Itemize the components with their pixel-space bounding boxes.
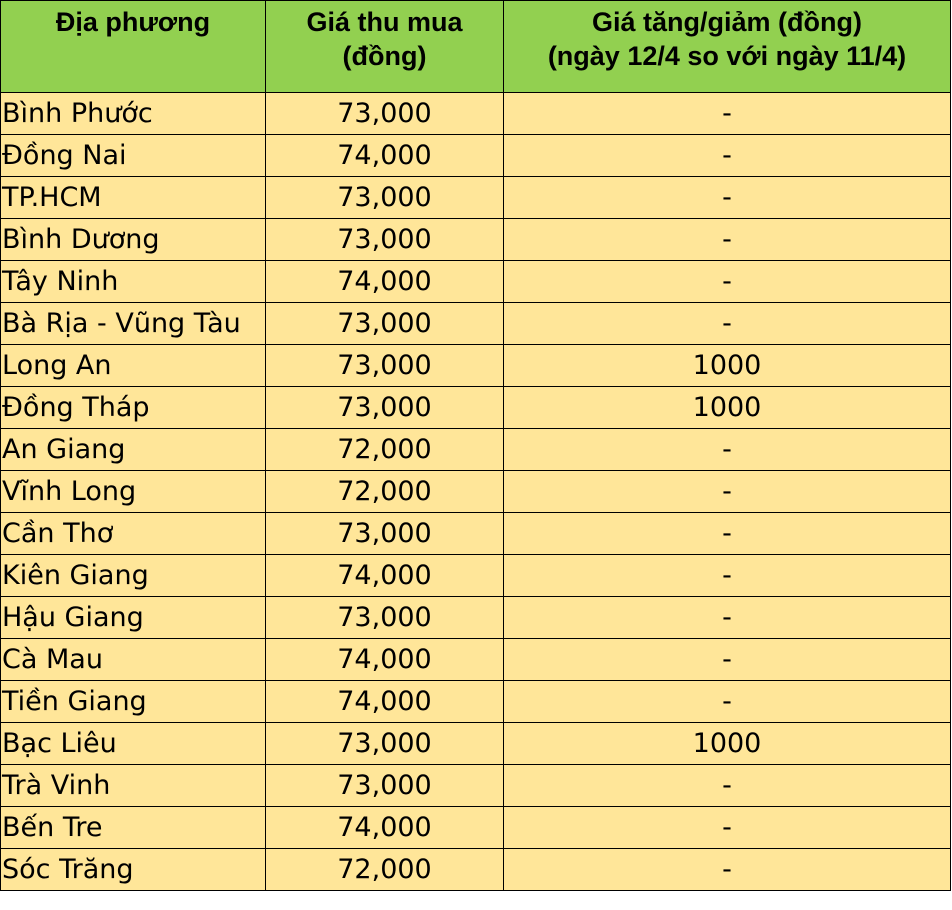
- price-cell: 73,000: [265, 218, 504, 261]
- price-cell: 74,000: [265, 554, 504, 597]
- change-cell: -: [503, 260, 951, 303]
- table-row: Cà Mau 74,000-: [0, 638, 951, 681]
- table-row: Long An 73,000 1000: [0, 344, 951, 387]
- price-cell: 72,000: [265, 428, 504, 471]
- price-cell: 73,000: [265, 92, 504, 135]
- table-row: Tây Ninh 74,000-: [0, 260, 951, 303]
- table-row: Bình Phước 73,000-: [0, 92, 951, 135]
- table-row: Kiên Giang 74,000-: [0, 554, 951, 597]
- table-row: Tiền Giang 74,000-: [0, 680, 951, 723]
- price-cell: 74,000: [265, 680, 504, 723]
- location-cell: Trà Vinh: [0, 764, 266, 807]
- price-cell: 73,000: [265, 596, 504, 639]
- header-change-line-2: (ngày 12/4 so với ngày 11/4): [547, 41, 907, 71]
- change-cell: -: [503, 764, 951, 807]
- header-price-line-1: Giá thu mua: [306, 7, 463, 37]
- table-row: Vĩnh Long 72,000-: [0, 470, 951, 513]
- table-row: Cần Thơ 73,000-: [0, 512, 951, 555]
- location-cell: Kiên Giang: [0, 554, 266, 597]
- change-cell: -: [503, 512, 951, 555]
- header-row: Địa phương Giá thu mua (đồng) Giá tăng/g…: [0, 0, 951, 93]
- price-cell: 73,000: [265, 302, 504, 345]
- location-cell: Tiền Giang: [0, 680, 266, 723]
- table-row: TP.HCM 73,000-: [0, 176, 951, 219]
- location-cell: Đồng Nai: [0, 134, 266, 177]
- change-cell: -: [503, 554, 951, 597]
- price-cell: 73,000: [265, 764, 504, 807]
- price-cell: 72,000: [265, 848, 504, 891]
- table-body: Bình Phước 73,000- Đồng Nai 74,000- TP.HCM 73…: [0, 92, 951, 891]
- location-cell: Cần Thơ: [0, 512, 266, 555]
- change-cell: -: [503, 134, 951, 177]
- location-cell: Long An: [0, 344, 266, 387]
- price-table: Địa phương Giá thu mua (đồng) Giá tăng/g…: [0, 0, 951, 891]
- price-cell: 73,000: [265, 512, 504, 555]
- header-change: Giá tăng/giảm (đồng) (ngày 12/4 so với n…: [503, 0, 951, 93]
- location-cell: Sóc Trăng: [0, 848, 266, 891]
- price-cell: 73,000: [265, 386, 504, 429]
- location-cell: Cà Mau: [0, 638, 266, 681]
- location-cell: Bình Phước: [0, 92, 266, 135]
- change-cell: 1000: [503, 344, 951, 387]
- header-price: Giá thu mua (đồng): [265, 0, 504, 93]
- table-row: Bình Dương 73,000-: [0, 218, 951, 261]
- change-cell: 1000: [503, 722, 951, 765]
- price-cell: 73,000: [265, 722, 504, 765]
- table-row: Bà Rịa - Vũng Tàu 73,000-: [0, 302, 951, 345]
- change-cell: -: [503, 428, 951, 471]
- change-cell: -: [503, 806, 951, 849]
- price-cell: 74,000: [265, 260, 504, 303]
- location-cell: TP.HCM: [0, 176, 266, 219]
- price-cell: 74,000: [265, 806, 504, 849]
- table-row: Trà Vinh 73,000-: [0, 764, 951, 807]
- change-cell: -: [503, 92, 951, 135]
- change-cell: 1000: [503, 386, 951, 429]
- price-cell: 74,000: [265, 638, 504, 681]
- location-cell: Bà Rịa - Vũng Tàu: [0, 302, 266, 345]
- table-row: Bến Tre 74,000-: [0, 806, 951, 849]
- location-cell: Đồng Tháp: [0, 386, 266, 429]
- change-cell: -: [503, 638, 951, 681]
- location-cell: Bình Dương: [0, 218, 266, 261]
- location-cell: Vĩnh Long: [0, 470, 266, 513]
- change-cell: -: [503, 596, 951, 639]
- price-cell: 74,000: [265, 134, 504, 177]
- location-cell: Tây Ninh: [0, 260, 266, 303]
- table-row: Sóc Trăng 72,000-: [0, 848, 951, 891]
- change-cell: -: [503, 176, 951, 219]
- location-cell: An Giang: [0, 428, 266, 471]
- location-cell: Hậu Giang: [0, 596, 266, 639]
- change-cell: -: [503, 680, 951, 723]
- change-cell: -: [503, 470, 951, 513]
- location-cell: Bạc Liêu: [0, 722, 266, 765]
- price-cell: 73,000: [265, 344, 504, 387]
- table-row: Đồng Tháp 73,000 1000: [0, 386, 951, 429]
- table-row: An Giang 72,000-: [0, 428, 951, 471]
- table-row: Đồng Nai 74,000-: [0, 134, 951, 177]
- location-cell: Bến Tre: [0, 806, 266, 849]
- price-cell: 73,000: [265, 176, 504, 219]
- price-cell: 72,000: [265, 470, 504, 513]
- table-row: Hậu Giang 73,000-: [0, 596, 951, 639]
- change-cell: -: [503, 302, 951, 345]
- header-location-line: Địa phương: [55, 7, 211, 37]
- change-cell: -: [503, 218, 951, 261]
- header-price-line-2: (đồng): [342, 41, 427, 71]
- header-location: Địa phương: [0, 0, 266, 93]
- change-cell: -: [503, 848, 951, 891]
- header-change-line-1: Giá tăng/giảm (đồng): [592, 7, 862, 37]
- table-row: Bạc Liêu 73,000 1000: [0, 722, 951, 765]
